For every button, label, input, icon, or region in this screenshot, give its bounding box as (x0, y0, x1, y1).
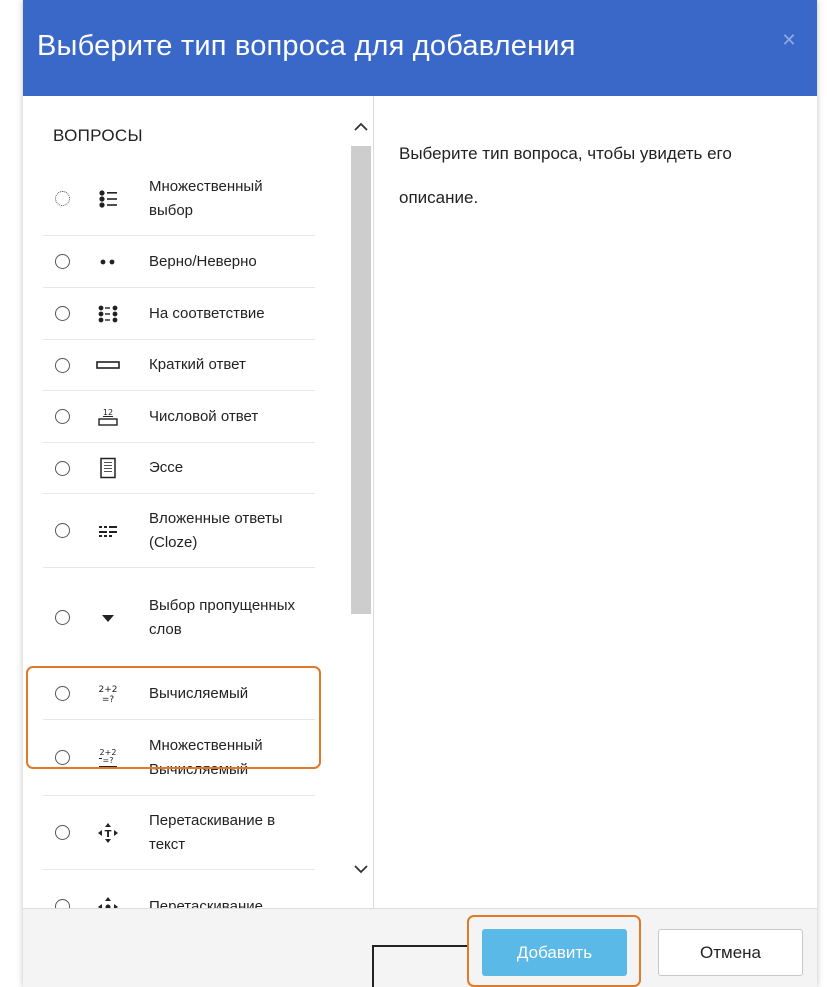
radio-button[interactable] (55, 306, 70, 321)
svg-text:T: T (105, 829, 112, 840)
list-item-label: Числовой ответ (149, 407, 259, 425)
list-item-label: На соответствие (149, 304, 265, 322)
list-item-label: Краткий ответ (149, 356, 246, 373)
list-item-label: Эссе (149, 459, 184, 476)
svg-text:=?: =? (103, 756, 114, 765)
svg-text:=?: =? (102, 695, 115, 705)
radio-button[interactable] (55, 460, 70, 476)
list-item-label: Вычисляемый (149, 684, 249, 702)
description-text: Выберите тип вопроса, чтобы увидеть его … (399, 144, 732, 207)
shortanswer-icon (96, 353, 120, 377)
list-item-match[interactable]: На соответствие (43, 288, 315, 340)
chevron-up-icon[interactable] (354, 120, 368, 134)
list-item-calculated[interactable]: 2+2 =? Вычисляемый (43, 668, 315, 720)
calculatedmulti-icon: 2+2 =? (96, 746, 120, 770)
radio-button[interactable] (55, 750, 70, 765)
svg-text:2+2: 2+2 (99, 685, 118, 695)
list-item-label: Выбор пропущенных слов (149, 596, 296, 638)
ddimage-icon (96, 895, 120, 908)
question-type-list-pane: ВОПРОСЫ Множественный выбор Верно/Неверн… (23, 96, 374, 908)
description-pane: Выберите тип вопроса, чтобы увидеть его … (374, 96, 817, 908)
ddwtos-icon: T (96, 821, 120, 845)
list-item-gapselect[interactable]: Выбор пропущенных слов (43, 568, 315, 668)
cloze-icon (96, 519, 120, 543)
truefalse-icon (96, 250, 120, 274)
list-item-label: Вложенные ответы (Cloze) (149, 509, 283, 551)
radio-button[interactable] (55, 686, 70, 701)
numerical-icon: 12 (96, 405, 120, 429)
list-item-truefalse[interactable]: Верно/Неверно (43, 236, 315, 288)
dialog-title: Выберите тип вопроса для добавления (37, 30, 576, 62)
list-item-numerical[interactable]: 12 Числовой ответ (43, 391, 315, 443)
list-item-label: Множественный Вычисляемый (149, 736, 263, 778)
list-item-calculatedmulti[interactable]: 2+2 =? Множественный Вычисляемый (43, 720, 315, 796)
list-item-ddwtos[interactable]: T Перетаскивание в текст (43, 796, 315, 870)
list-item-shortanswer[interactable]: Краткий ответ (43, 340, 315, 391)
callout-line (372, 945, 374, 987)
dialog-footer: Добавить Отмена (23, 908, 817, 987)
question-type-list: Множественный выбор Верно/Неверно На соо… (43, 162, 315, 908)
scrollbar-thumb[interactable] (351, 146, 371, 614)
cancel-button[interactable]: Отмена (658, 929, 803, 976)
radio-button[interactable] (55, 254, 70, 269)
radio-button[interactable] (55, 409, 70, 424)
list-item-essay[interactable]: Эссе (43, 443, 315, 494)
callout-line (373, 945, 467, 947)
radio-button[interactable] (55, 825, 70, 840)
list-item-ddimage[interactable]: Перетаскивание (43, 870, 315, 908)
question-chooser-dialog: Выберите тип вопроса для добавления ✕ ВО… (23, 0, 817, 987)
svg-text:12: 12 (103, 408, 113, 417)
list-item-label: Множественный выбор (149, 177, 263, 219)
add-button[interactable]: Добавить (482, 929, 627, 976)
radio-button[interactable] (55, 899, 70, 908)
close-icon[interactable]: ✕ (781, 31, 797, 49)
list-item-cloze[interactable]: Вложенные ответы (Cloze) (43, 494, 315, 568)
dialog-header: Выберите тип вопроса для добавления ✕ (23, 0, 817, 96)
calculated-icon: 2+2 =? (96, 682, 120, 706)
radio-button[interactable] (55, 523, 70, 538)
list-item-multichoice[interactable]: Множественный выбор (43, 162, 315, 236)
match-icon (96, 302, 120, 326)
multichoice-icon (96, 187, 120, 211)
section-heading: ВОПРОСЫ (53, 126, 143, 145)
list-item-label: Перетаскивание в текст (149, 811, 276, 853)
radio-button[interactable] (55, 191, 70, 206)
radio-button[interactable] (55, 357, 70, 373)
list-item-label: Верно/Неверно (149, 252, 257, 270)
essay-icon (96, 456, 120, 480)
chevron-down-icon[interactable] (354, 862, 368, 876)
gapselect-icon (96, 606, 120, 630)
radio-button[interactable] (55, 610, 70, 625)
list-item-label: Перетаскивание (149, 897, 263, 909)
